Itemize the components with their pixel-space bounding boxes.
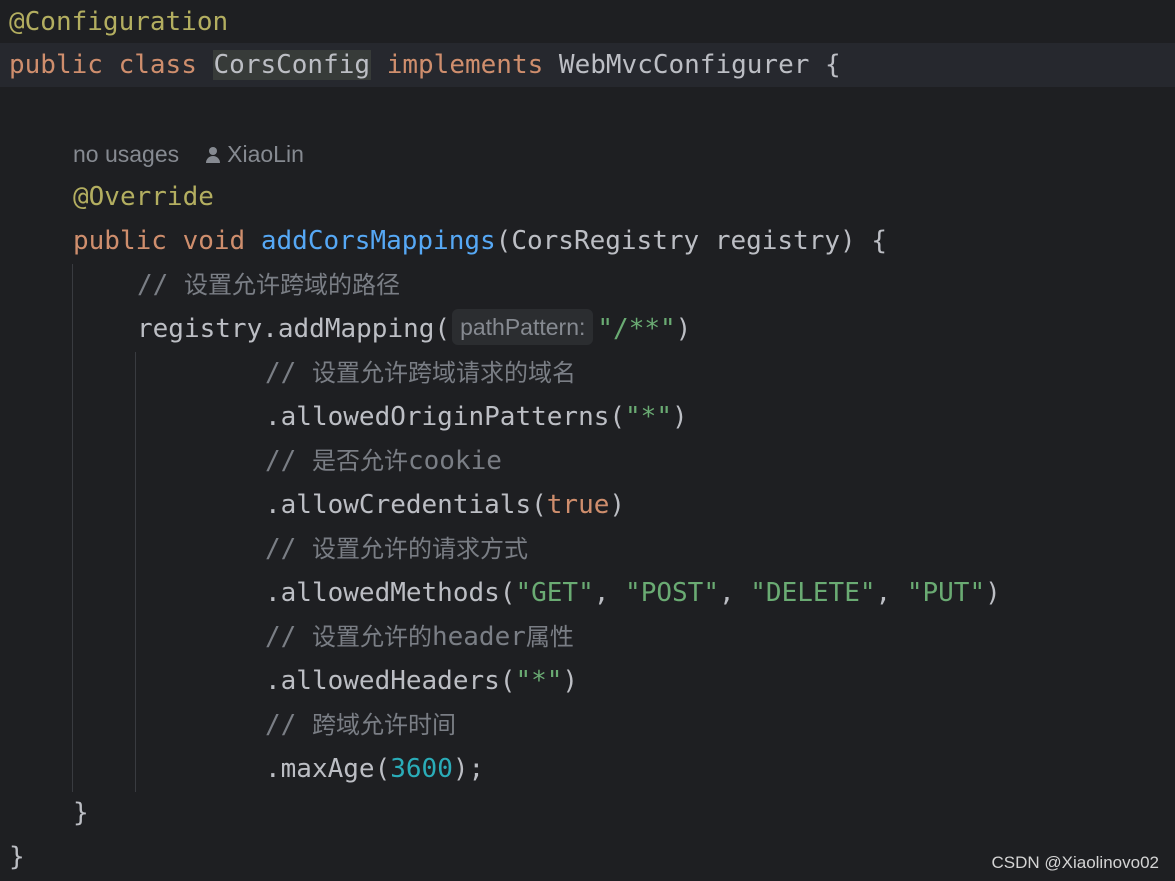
comment-mid: header xyxy=(431,622,526,652)
separator: , xyxy=(875,578,907,608)
comment-text: 设置允许跨域的路径 xyxy=(183,271,400,299)
comment-text: 跨域允许时间 xyxy=(311,711,456,739)
usages-hint[interactable]: no usages xyxy=(73,141,179,167)
comment-slashes: // xyxy=(265,622,312,652)
keyword-void: void xyxy=(182,226,246,256)
method-name[interactable]: addCorsMappings xyxy=(261,226,496,256)
keyword-public: public xyxy=(9,50,103,80)
code-line-4[interactable]: @Override xyxy=(0,175,1175,219)
code-line-1[interactable]: @Configuration xyxy=(0,0,1175,44)
call-allowed-origin-patterns: .allowedOriginPatterns( xyxy=(265,402,626,432)
string-arg: "DELETE" xyxy=(750,578,876,608)
call-allowed-headers: .allowedHeaders( xyxy=(265,666,516,696)
author-hint[interactable]: XiaoLin xyxy=(227,141,304,167)
close-paren: ) xyxy=(672,402,688,432)
code-line-16[interactable]: // 跨域允许时间 xyxy=(0,703,1175,747)
class-name[interactable]: CorsConfig xyxy=(212,50,372,80)
comment-slashes: // xyxy=(265,358,312,388)
code-line-18[interactable]: } xyxy=(0,791,1175,835)
close-brace: } xyxy=(73,798,89,828)
keyword-class: class xyxy=(118,50,197,80)
code-line-7[interactable]: registry.addMapping(pathPattern: "/**") xyxy=(0,307,1175,351)
code-line-15[interactable]: .allowedHeaders("*") xyxy=(0,659,1175,703)
annotation-override: @Override xyxy=(73,182,214,212)
call-allowed-methods: .allowedMethods( xyxy=(265,578,516,608)
open-brace: { xyxy=(825,50,841,80)
code-line-6[interactable]: // 设置允许跨域的路径 xyxy=(0,263,1175,307)
close-paren: ) xyxy=(609,490,626,520)
number-arg: 3600 xyxy=(390,754,453,784)
parameter-hint: pathPattern: xyxy=(452,309,594,345)
comment-tail: 属性 xyxy=(525,623,574,651)
code-line-14[interactable]: // 设置允许的header属性 xyxy=(0,615,1175,659)
keyword-implements: implements xyxy=(386,50,544,80)
boolean-arg: true xyxy=(546,490,610,520)
string-arg: "*" xyxy=(515,666,563,696)
code-editor[interactable]: @Configuration public class CorsConfig i… xyxy=(0,0,1175,881)
code-line-12[interactable]: // 设置允许的请求方式 xyxy=(0,527,1175,571)
watermark: CSDN @Xiaolinovo02 xyxy=(991,853,1159,872)
code-line-17[interactable]: .maxAge(3600); xyxy=(0,747,1175,791)
code-line-2[interactable]: public class CorsConfig implements WebMv… xyxy=(0,43,1175,87)
comment-slashes: // xyxy=(265,710,312,740)
comment-slashes: // xyxy=(265,446,312,476)
code-line-13[interactable]: .allowedMethods("GET", "POST", "DELETE",… xyxy=(0,571,1175,615)
comment-tail: cookie xyxy=(407,446,502,476)
string-arg: "GET" xyxy=(515,578,594,608)
string-arg: "PUT" xyxy=(906,578,986,608)
person-icon xyxy=(205,147,221,163)
code-line-8[interactable]: // 设置允许跨域请求的域名 xyxy=(0,351,1175,395)
comment-slashes: // xyxy=(265,534,312,564)
close-paren: ) xyxy=(675,314,692,344)
interface-name[interactable]: WebMvcConfigurer xyxy=(559,50,809,80)
code-line-11[interactable]: .allowCredentials(true) xyxy=(0,483,1175,527)
close-paren: ) xyxy=(985,578,1001,608)
string-arg: "/**" xyxy=(597,314,676,344)
code-line-5[interactable]: public void addCorsMappings(CorsRegistry… xyxy=(0,219,1175,263)
comment-slashes: // xyxy=(137,270,184,300)
close-paren: ) xyxy=(562,666,579,696)
code-line-9[interactable]: .allowedOriginPatterns("*") xyxy=(0,395,1175,439)
call-allow-credentials: .allowCredentials( xyxy=(265,490,547,520)
close-brace: } xyxy=(9,842,25,872)
string-arg: "POST" xyxy=(625,578,719,608)
comment-text: 是否允许 xyxy=(311,447,408,475)
comment-text: 设置允许的请求方式 xyxy=(311,535,528,563)
keyword-public: public xyxy=(73,226,167,256)
call-add-mapping: registry.addMapping( xyxy=(137,314,451,344)
separator: , xyxy=(593,578,626,608)
comment-text: 设置允许跨域请求的域名 xyxy=(311,359,576,387)
string-arg: "*" xyxy=(625,402,672,432)
separator: , xyxy=(718,578,751,608)
method-params: (CorsRegistry registry) { xyxy=(495,226,888,256)
code-line-3[interactable] xyxy=(0,87,1175,131)
code-line-10[interactable]: // 是否允许cookie xyxy=(0,439,1175,483)
call-max-age: .maxAge( xyxy=(265,754,391,784)
close-paren: ); xyxy=(452,754,485,784)
comment-text: 设置允许的 xyxy=(311,623,432,651)
annotation-configuration: @Configuration xyxy=(9,7,229,37)
code-vision-hints: no usages XiaoLin xyxy=(73,134,304,174)
